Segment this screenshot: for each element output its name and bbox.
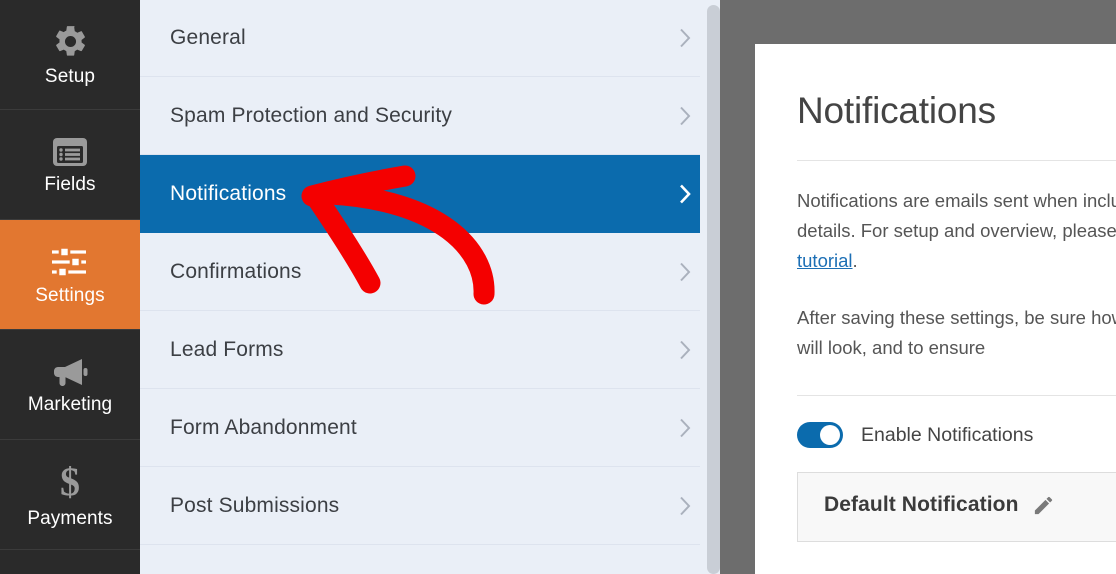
notifications-settings-panel: Notifications Notifications are emails s… — [755, 44, 1116, 574]
sidebar-item-payments[interactable]: $ Payments — [0, 440, 140, 550]
dollar-icon: $ — [55, 462, 85, 502]
settings-menu-item-post-submissions[interactable]: Post Submissions — [140, 467, 720, 545]
list-icon — [51, 136, 89, 168]
sidebar-item-setup[interactable]: Setup — [0, 0, 140, 110]
sidebar-item-settings[interactable]: Settings — [0, 220, 140, 330]
intro-text-line-1: Notifications are emails sent when — [797, 190, 1083, 211]
sidebar-item-label: Fields — [44, 173, 96, 195]
intro-text-line-3: overview, please — [980, 220, 1116, 241]
default-notification-card[interactable]: Default Notification — [797, 472, 1116, 542]
settings-menu-list: General Spam Protection and Security Not… — [140, 0, 720, 574]
intro-paragraph: Notifications are emails sent when inclu… — [797, 186, 1116, 276]
settings-menu-item-notifications[interactable]: Notifications — [140, 155, 720, 233]
chevron-right-icon — [679, 417, 692, 438]
sidebar-item-fields[interactable]: Fields — [0, 110, 140, 220]
enable-notifications-label: Enable Notifications — [861, 423, 1034, 446]
sidebar-item-label: Payments — [27, 507, 113, 529]
title-divider — [797, 160, 1116, 161]
chevron-right-icon — [679, 183, 692, 204]
chevron-right-icon — [679, 28, 692, 49]
sidebar-item-marketing[interactable]: Marketing — [0, 330, 140, 440]
settings-menu-item-partial[interactable] — [140, 545, 720, 574]
sidebar-item-label: Setup — [44, 66, 96, 87]
menu-item-label: Lead Forms — [170, 337, 284, 361]
settings-menu-item-form-abandonment[interactable]: Form Abandonment — [140, 389, 720, 467]
page-title: Notifications — [797, 90, 996, 131]
sidebar-item-label: Settings — [35, 284, 105, 306]
settings-menu-item-spam-protection-and-security[interactable]: Spam Protection and Security — [140, 77, 720, 155]
menu-item-label: Form Abandonment — [170, 415, 357, 439]
secondary-text-line-1: After saving these settings, be sure — [797, 307, 1086, 328]
enable-notifications-toggle[interactable] — [797, 422, 843, 448]
menu-item-label: Confirmations — [170, 259, 302, 283]
menu-item-label: General — [170, 26, 246, 49]
enable-notifications-row[interactable]: Enable Notifications — [797, 422, 1116, 448]
gear-icon — [52, 23, 89, 60]
pencil-icon[interactable] — [1032, 494, 1055, 517]
intro-text-period: . — [852, 250, 858, 271]
settings-menu-item-lead-forms[interactable]: Lead Forms — [140, 311, 720, 389]
main-sidebar: Setup Fields Settings Marketing $ Paymen… — [0, 0, 140, 574]
svg-text:$: $ — [60, 462, 80, 502]
menu-item-label: Post Submissions — [170, 493, 340, 517]
wpforms-form-builder: Setup Fields Settings Marketing $ Paymen… — [0, 0, 1116, 574]
menu-item-label: Notifications — [170, 181, 287, 205]
settings-menu-item-general[interactable]: General — [140, 0, 720, 77]
chevron-right-icon — [679, 105, 692, 126]
megaphone-icon — [50, 356, 90, 388]
menu-item-label: Spam Protection and Security — [170, 103, 453, 127]
notification-card-title: Default Notification — [824, 493, 1019, 516]
settings-menu-scrollbar-thumb[interactable] — [707, 5, 720, 574]
sliders-icon — [50, 245, 90, 279]
chevron-right-icon — [679, 261, 692, 282]
chevron-right-icon — [679, 339, 692, 360]
chevron-right-icon — [679, 495, 692, 516]
settings-menu-item-confirmations[interactable]: Confirmations — [140, 233, 720, 311]
sidebar-item-label: Marketing — [27, 393, 113, 415]
section-divider — [797, 395, 1116, 396]
toggle-knob — [820, 425, 840, 445]
secondary-paragraph: After saving these settings, be sure ho w… — [797, 303, 1116, 363]
